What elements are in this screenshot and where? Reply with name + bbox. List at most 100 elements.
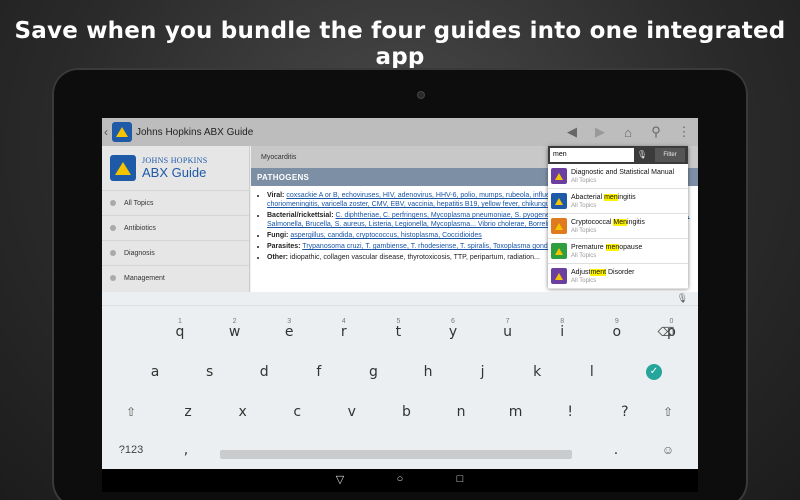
search-input[interactable]: men bbox=[550, 148, 634, 162]
sidebar-item-diagnosis[interactable]: Diagnosis bbox=[102, 240, 249, 265]
bullet-icon bbox=[110, 225, 116, 231]
brand-line1: JOHNS HOPKINS bbox=[142, 156, 208, 165]
key-c[interactable]: c bbox=[277, 394, 317, 430]
result-category: All Topics bbox=[571, 277, 597, 284]
key-k[interactable]: k bbox=[517, 354, 557, 390]
result-category: All Topics bbox=[571, 227, 597, 234]
key-q[interactable]: 1q bbox=[160, 314, 200, 350]
home-nav-icon[interactable]: ○ bbox=[392, 473, 408, 485]
sidebar-item-label: Diagnosis bbox=[124, 249, 155, 257]
voice-input-icon[interactable]: 🎙 bbox=[677, 293, 688, 304]
key-h[interactable]: h bbox=[408, 354, 448, 390]
search-result-item[interactable]: Premature menopause All Topics bbox=[548, 239, 688, 264]
shift-icon[interactable]: ⇧ bbox=[111, 394, 151, 430]
sidebar: JOHNS HOPKINS ABX Guide All Topics Antib… bbox=[102, 146, 250, 292]
result-category: All Topics bbox=[571, 252, 597, 259]
sidebar-item-label: Antibiotics bbox=[124, 224, 156, 232]
key-l[interactable]: l bbox=[572, 354, 612, 390]
tablet-screen: ‹ Johns Hopkins ABX Guide ◀ ▶ ⌂ ⚲ ⋮ JOHN… bbox=[102, 118, 698, 492]
microphone-icon[interactable]: 🎙 bbox=[634, 148, 650, 162]
next-icon[interactable]: ▶ bbox=[586, 124, 614, 140]
guide-icon bbox=[551, 268, 567, 284]
key-z[interactable]: z bbox=[168, 394, 208, 430]
key-a[interactable]: a bbox=[135, 354, 175, 390]
suggestion-strip: 🎙 bbox=[102, 292, 698, 306]
pathogen-links[interactable]: Trypanosoma cruzi, T. gambiense, T. rhod… bbox=[302, 243, 583, 250]
key-m[interactable]: m bbox=[496, 394, 536, 430]
key-n[interactable]: n bbox=[441, 394, 481, 430]
search-results: Diagnostic and Statistical Manual All Top… bbox=[548, 164, 688, 289]
brand: JOHNS HOPKINS ABX Guide bbox=[102, 146, 249, 190]
app-bar: ‹ Johns Hopkins ABX Guide ◀ ▶ ⌂ ⚲ ⋮ bbox=[102, 118, 698, 146]
key-comma[interactable]: , bbox=[166, 432, 206, 468]
result-title: Abacterial meningitis bbox=[571, 193, 636, 201]
enter-key[interactable]: ✓ bbox=[634, 354, 674, 390]
soft-keyboard: 🎙 1 q 2 w 3 e 4 r 5 t 6 y 7 u 8 i 9 o 0 p ⌫ a s d f g h j k l ✓ ⇧ z x c v b n… bbox=[102, 292, 698, 469]
back-nav-icon[interactable]: ▽ bbox=[332, 473, 348, 486]
pathogen-text: idiopathic, collagen vascular disease, t… bbox=[289, 254, 540, 261]
search-result-item[interactable]: Cryptococcal Meningitis All Topics bbox=[548, 214, 688, 239]
key-i[interactable]: 8i bbox=[542, 314, 582, 350]
result-title: Adjustment Disorder bbox=[571, 268, 635, 276]
key-f[interactable]: f bbox=[299, 354, 339, 390]
sidebar-item-management[interactable]: Management bbox=[102, 265, 249, 290]
shift-right-icon[interactable]: ⇧ bbox=[648, 394, 688, 430]
sidebar-item-label: Management bbox=[124, 274, 165, 282]
key-o[interactable]: 9o bbox=[597, 314, 637, 350]
key-b[interactable]: b bbox=[386, 394, 426, 430]
brand-logo-icon bbox=[110, 155, 136, 181]
promo-headline: Save when you bundle the four guides int… bbox=[14, 18, 786, 70]
key-g[interactable]: g bbox=[353, 354, 393, 390]
camera bbox=[417, 91, 425, 99]
app-title: Johns Hopkins ABX Guide bbox=[136, 126, 254, 138]
result-title: Premature menopause bbox=[571, 243, 643, 251]
sidebar-item-all-topics[interactable]: All Topics bbox=[102, 190, 249, 215]
result-title: Cryptococcal Meningitis bbox=[571, 218, 645, 226]
guide-icon bbox=[551, 218, 567, 234]
bullet-icon bbox=[110, 275, 116, 281]
recents-nav-icon[interactable]: □ bbox=[452, 473, 468, 485]
home-icon[interactable]: ⌂ bbox=[614, 125, 642, 140]
key-x[interactable]: x bbox=[223, 394, 263, 430]
overflow-menu-icon[interactable]: ⋮ bbox=[670, 124, 698, 140]
guide-icon bbox=[551, 168, 567, 184]
key-exclamation[interactable]: ! bbox=[550, 394, 590, 430]
guide-icon bbox=[551, 193, 567, 209]
key-question[interactable]: ? bbox=[605, 394, 645, 430]
pathogen-links[interactable]: aspergillus, candida, cryptococcus, hist… bbox=[290, 232, 481, 239]
result-category: All Topics bbox=[571, 202, 597, 209]
key-r[interactable]: 4r bbox=[324, 314, 364, 350]
sidebar-item-label: All Topics bbox=[124, 199, 154, 207]
guide-icon bbox=[551, 243, 567, 259]
search-bar: men 🎙 Filter bbox=[548, 146, 688, 164]
prev-icon[interactable]: ◀ bbox=[558, 124, 586, 140]
key-period[interactable]: . bbox=[596, 432, 636, 468]
backspace-icon[interactable]: ⌫ bbox=[646, 314, 686, 350]
search-icon[interactable]: ⚲ bbox=[642, 124, 670, 140]
app-logo-icon[interactable] bbox=[112, 122, 132, 142]
key-s[interactable]: s bbox=[190, 354, 230, 390]
key-t[interactable]: 5t bbox=[378, 314, 418, 350]
space-key[interactable] bbox=[220, 450, 572, 459]
key-e[interactable]: 3e bbox=[269, 314, 309, 350]
brand-line2: ABX Guide bbox=[142, 165, 207, 180]
key-y[interactable]: 6y bbox=[433, 314, 473, 350]
key-d[interactable]: d bbox=[244, 354, 284, 390]
result-category: All Topics bbox=[571, 177, 597, 184]
search-popup: men 🎙 Filter Diagnostic and Statistical … bbox=[548, 146, 688, 289]
system-nav-bar: ▽ ○ □ bbox=[102, 469, 698, 492]
back-icon[interactable]: ‹ bbox=[104, 125, 112, 139]
sidebar-item-antibiotics[interactable]: Antibiotics bbox=[102, 215, 249, 240]
key-j[interactable]: j bbox=[463, 354, 503, 390]
emoji-icon[interactable]: ☺ bbox=[648, 432, 688, 468]
bullet-icon bbox=[110, 200, 116, 206]
search-result-item[interactable]: Abacterial meningitis All Topics bbox=[548, 189, 688, 214]
symbols-key[interactable]: ?123 bbox=[111, 432, 151, 468]
search-result-item[interactable]: Adjustment Disorder All Topics bbox=[548, 264, 688, 289]
search-result-item[interactable]: Diagnostic and Statistical Manual All Top… bbox=[548, 164, 688, 189]
bullet-icon bbox=[110, 250, 116, 256]
key-w[interactable]: 2w bbox=[215, 314, 255, 350]
filter-button[interactable]: Filter bbox=[655, 148, 685, 162]
key-u[interactable]: 7u bbox=[488, 314, 528, 350]
key-v[interactable]: v bbox=[332, 394, 372, 430]
